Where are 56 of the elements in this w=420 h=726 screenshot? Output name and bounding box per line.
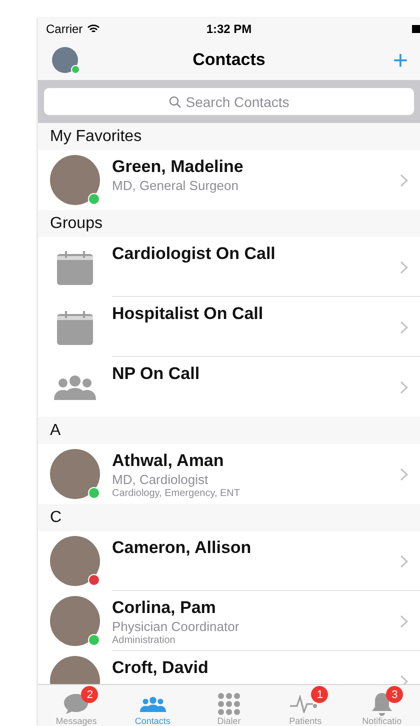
contact-department: Cardiology, Emergency, ENT	[112, 488, 240, 499]
section-header: C	[49, 508, 63, 528]
search-icon	[168, 96, 181, 108]
avatar-photo	[50, 596, 100, 646]
tab-item[interactable]: 1 Patients	[267, 685, 344, 726]
screen-title: Contacts	[192, 50, 266, 69]
contact-row[interactable]: Croft, David	[38, 651, 420, 684]
contact-name: Hospitalist On Call	[112, 304, 264, 324]
chevron-icon	[400, 468, 408, 481]
keypad-icon	[217, 692, 242, 716]
tab-item[interactable]: 3 Notificatio	[344, 685, 420, 726]
chevron-icon	[400, 321, 408, 334]
contact-row[interactable]: NP On Call	[38, 357, 420, 417]
clock-time: 1:32 PM	[206, 22, 252, 36]
avatar-photo	[50, 449, 100, 499]
chevron-icon	[400, 615, 408, 628]
section-header: My Favorites	[49, 127, 143, 147]
tab-item[interactable]: 2 Messages	[38, 685, 114, 726]
chevron-icon	[400, 555, 408, 568]
chevron-icon	[400, 261, 408, 274]
chevron-icon	[400, 381, 408, 394]
contact-name: Croft, David	[112, 658, 208, 678]
calendar-icon	[56, 248, 94, 286]
bell-icon	[370, 692, 393, 716]
contact-name: NP On Call	[112, 364, 200, 384]
contact-row[interactable]: Hospitalist On Call	[38, 297, 420, 357]
chat-bubble-icon	[63, 693, 90, 715]
section-header: Groups	[49, 214, 104, 234]
count-badge: 1	[311, 686, 328, 703]
contact-row[interactable]: Green, Madeline MD, General Surgeon	[38, 150, 420, 210]
contact-row[interactable]: Athwal, Aman MD, Cardiologist Cardiology, Emergency, ENT	[38, 444, 420, 504]
contact-name: Cameron, Allison	[112, 538, 252, 558]
avatar-photo	[50, 536, 100, 586]
contact-department: Administration	[112, 635, 176, 646]
wifi-icon	[86, 24, 100, 34]
carrier-label: Carrier	[46, 22, 83, 36]
contact-name: Cardiologist On Call	[112, 244, 276, 264]
contact-title: MD, General Surgeon	[112, 178, 238, 193]
count-badge: 2	[81, 686, 98, 703]
contact-title: MD, Cardiologist	[112, 472, 208, 487]
avatar-photo	[50, 155, 100, 205]
count-badge: 3	[386, 686, 404, 703]
contact-title: Physician Coordinator	[112, 619, 240, 634]
section-header: A	[49, 421, 62, 441]
people-icon	[140, 695, 166, 713]
battery-icon	[412, 25, 420, 33]
contact-name: Athwal, Aman	[112, 451, 224, 471]
contact-name: Green, Madeline	[112, 157, 244, 177]
contact-row[interactable]: Corlina, Pam Physician Coordinator Administration	[38, 591, 420, 651]
profile-avatar[interactable]	[52, 47, 78, 73]
chevron-icon	[400, 174, 408, 187]
calendar-icon	[56, 308, 94, 346]
contact-name: Corlina, Pam	[112, 598, 216, 618]
contact-row[interactable]: Cardiologist On Call	[38, 237, 420, 297]
people-icon	[54, 374, 96, 400]
contact-row[interactable]: Cameron, Allison	[38, 531, 420, 591]
